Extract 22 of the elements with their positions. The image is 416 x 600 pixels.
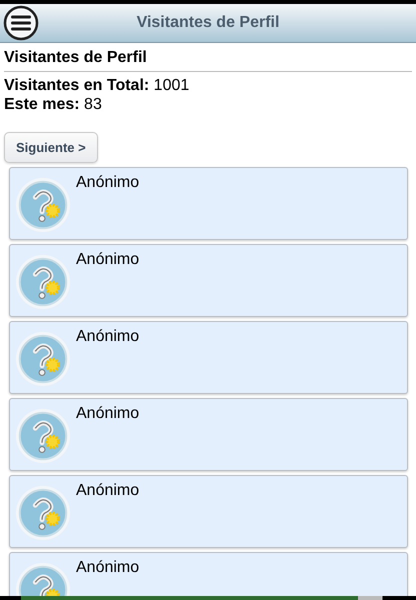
visitor-name: Anónimo <box>76 405 140 423</box>
visitor-card[interactable]: Anónimo <box>9 475 408 548</box>
anonymous-avatar-icon <box>14 176 72 234</box>
visitor-card[interactable]: Anónimo <box>9 321 408 394</box>
anonymous-avatar-icon <box>14 253 72 311</box>
anonymous-avatar-icon <box>14 407 72 465</box>
page-title: Visitantes de Perfil <box>136 14 280 32</box>
visitor-name: Anónimo <box>76 251 140 269</box>
stat-line: Visitantes en Total: 1001 <box>4 76 190 95</box>
stat-line: Este mes: 83 <box>4 95 103 114</box>
anonymous-avatar-icon <box>14 484 72 542</box>
section-title: Visitantes de Perfil <box>4 47 412 72</box>
visitor-name: Anónimo <box>76 174 140 192</box>
visitor-card[interactable]: Anónimo <box>9 398 408 471</box>
visitor-card[interactable]: Anónimo <box>9 167 408 240</box>
visitor-name: Anónimo <box>76 482 140 500</box>
anonymous-avatar-icon <box>14 330 72 388</box>
visitor-name: Anónimo <box>76 559 140 577</box>
visitor-card[interactable]: Anónimo <box>9 244 408 317</box>
menu-icon[interactable] <box>3 5 39 41</box>
next-button[interactable]: Siguiente > <box>4 132 98 163</box>
visitor-name: Anónimo <box>76 328 140 346</box>
